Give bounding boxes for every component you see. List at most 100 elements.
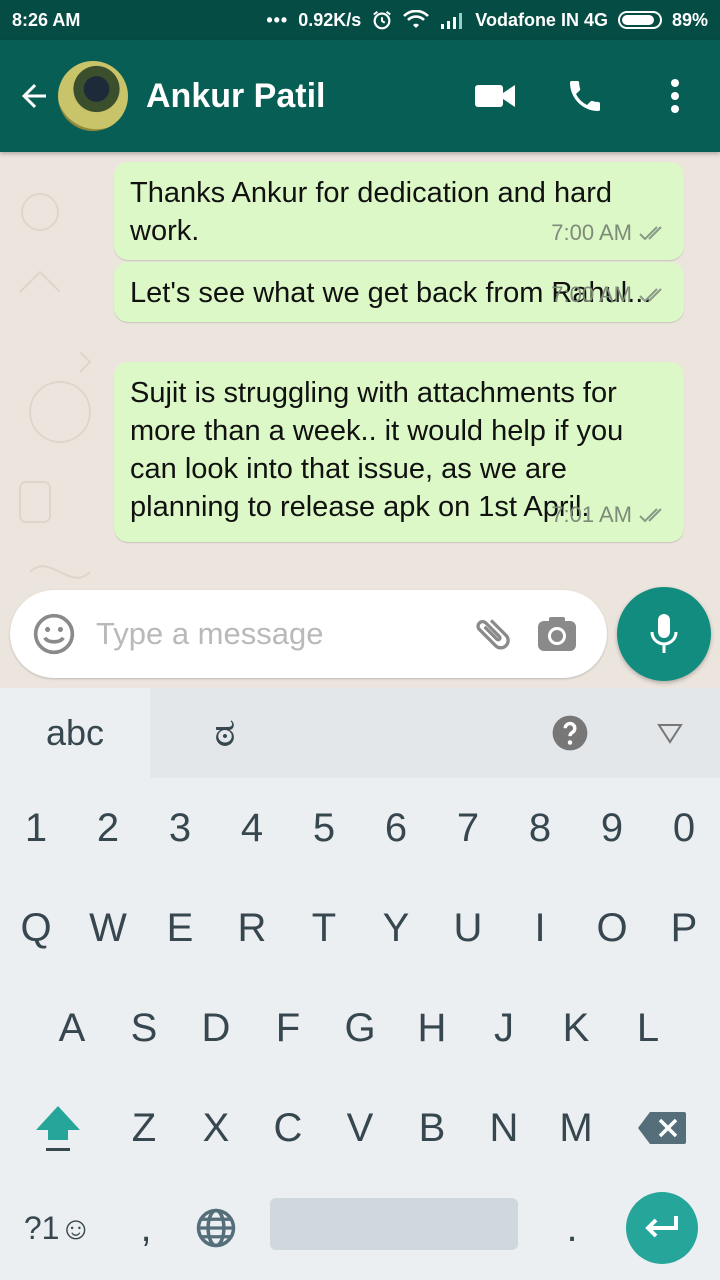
message-input[interactable] — [96, 616, 426, 652]
attach-button[interactable] — [461, 602, 525, 666]
contact-name[interactable]: Ankur Patil — [146, 77, 325, 116]
arrow-left-icon — [22, 84, 46, 108]
letter-key[interactable]: K — [540, 978, 612, 1078]
video-call-button[interactable] — [450, 51, 540, 141]
globe-icon — [196, 1208, 236, 1248]
digit-key[interactable]: 7 — [432, 778, 504, 878]
letter-key[interactable]: Y — [360, 878, 432, 978]
alarm-icon — [371, 9, 393, 31]
enter-arrow-icon — [645, 1216, 678, 1238]
space-key[interactable] — [270, 1198, 518, 1250]
message-time: 7:00 AM — [551, 282, 632, 307]
digit-key[interactable]: 4 — [216, 778, 288, 878]
composer — [10, 590, 607, 678]
paperclip-icon — [476, 619, 510, 650]
letter-key[interactable]: P — [648, 878, 720, 978]
message-time: 7:00 AM — [551, 220, 632, 245]
carrier-label: Vodafone IN 4G — [475, 9, 608, 30]
emoji-button[interactable] — [22, 602, 86, 666]
camera-button[interactable] — [525, 602, 589, 666]
avatar[interactable] — [58, 61, 128, 131]
digit-key[interactable]: 8 — [504, 778, 576, 878]
overflow-menu-button[interactable] — [630, 51, 720, 141]
status-time: 8:26 AM — [12, 9, 81, 30]
camera-icon — [538, 617, 576, 651]
back-button[interactable] — [6, 68, 62, 124]
digit-key[interactable]: 1 — [0, 778, 72, 878]
letter-key[interactable]: R — [216, 878, 288, 978]
phone-icon — [570, 81, 600, 111]
message-bubble[interactable]: Sujit is struggling with attachments for… — [114, 362, 684, 542]
letter-key[interactable]: G — [324, 978, 396, 1078]
digit-key[interactable]: 9 — [576, 778, 648, 878]
letter-key[interactable]: C — [252, 1078, 324, 1178]
letter-key[interactable]: N — [468, 1078, 540, 1178]
letter-key[interactable]: U — [432, 878, 504, 978]
letter-key[interactable]: B — [396, 1078, 468, 1178]
voice-call-button[interactable] — [540, 51, 630, 141]
letter-key[interactable]: F — [252, 978, 324, 1078]
letter-key[interactable]: E — [144, 878, 216, 978]
help-icon — [552, 715, 588, 751]
message-time: 7:01 AM — [551, 502, 632, 527]
keyboard-hide-button[interactable] — [620, 688, 720, 778]
backspace-key[interactable] — [608, 1078, 716, 1178]
digit-key[interactable]: 5 — [288, 778, 360, 878]
letter-key[interactable]: O — [576, 878, 648, 978]
digit-key[interactable]: 3 — [144, 778, 216, 878]
letter-key[interactable]: D — [180, 978, 252, 1078]
battery-percent: 89% — [671, 9, 708, 30]
letter-key[interactable]: M — [540, 1078, 612, 1178]
net-speed: 0.92K/s — [298, 9, 362, 30]
smiley-icon — [33, 613, 75, 655]
keyboard-row-asdf: ASDFGHJKL — [0, 978, 720, 1078]
keyboard-row-qwerty: QWERTYUIOP — [0, 878, 720, 978]
shift-key[interactable] — [4, 1078, 112, 1178]
backspace-icon — [638, 1112, 686, 1144]
battery-icon — [617, 11, 662, 29]
wifi-icon — [403, 10, 430, 30]
letter-key[interactable]: W — [72, 878, 144, 978]
double-check-icon — [638, 506, 668, 524]
digit-key[interactable]: 6 — [360, 778, 432, 878]
letter-key[interactable]: S — [108, 978, 180, 1078]
keyboard-tab-kannada[interactable]: ಠ — [150, 688, 300, 778]
soft-keyboard: abc ಠ 1234567890 QWERTYUIOP ASDFGHJKL ZX… — [0, 688, 720, 1280]
enter-key[interactable] — [626, 1192, 698, 1264]
microphone-icon — [650, 614, 678, 653]
status-bar: 8:26 AM ••• 0.92K/s Vodafone IN 4G 89% — [0, 0, 720, 40]
letter-key[interactable]: A — [36, 978, 108, 1078]
letter-key[interactable]: T — [288, 878, 360, 978]
keyboard-toolbar: abc ಠ — [0, 688, 720, 778]
video-camera-icon — [475, 85, 515, 107]
double-check-icon — [638, 286, 668, 304]
letter-key[interactable]: V — [324, 1078, 396, 1178]
shift-arrow-icon — [36, 1106, 80, 1151]
chat-header: Ankur Patil — [0, 40, 720, 152]
message-bubble[interactable]: Thanks Ankur for dedication and hard wor… — [114, 162, 684, 260]
more-dots-icon: ••• — [266, 9, 289, 30]
triangle-down-icon — [657, 724, 683, 744]
comma-key[interactable]: , — [112, 1178, 180, 1278]
message-bubble[interactable]: Let's see what we get back from Rahul...… — [114, 262, 684, 322]
letter-key[interactable]: H — [396, 978, 468, 1078]
signal-icon — [439, 11, 465, 29]
voice-message-button[interactable] — [617, 587, 711, 681]
digit-key[interactable]: 0 — [648, 778, 720, 878]
letter-key[interactable]: I — [504, 878, 576, 978]
letter-key[interactable]: Z — [108, 1078, 180, 1178]
double-check-icon — [638, 224, 668, 242]
letter-key[interactable]: J — [468, 978, 540, 1078]
more-vertical-icon — [671, 79, 679, 113]
letter-key[interactable]: X — [180, 1078, 252, 1178]
period-key[interactable]: . — [536, 1178, 608, 1278]
letter-key[interactable]: L — [612, 978, 684, 1078]
keyboard-row-zxcv: ZXCVBNM — [0, 1078, 720, 1178]
keyboard-help-button[interactable] — [520, 688, 620, 778]
keyboard-tab-abc[interactable]: abc — [0, 688, 150, 778]
letter-key[interactable]: Q — [0, 878, 72, 978]
language-key[interactable] — [180, 1178, 252, 1278]
digit-key[interactable]: 2 — [72, 778, 144, 878]
keyboard-row-digits: 1234567890 — [0, 778, 720, 878]
symbols-key[interactable]: ?1☺ — [8, 1178, 108, 1278]
